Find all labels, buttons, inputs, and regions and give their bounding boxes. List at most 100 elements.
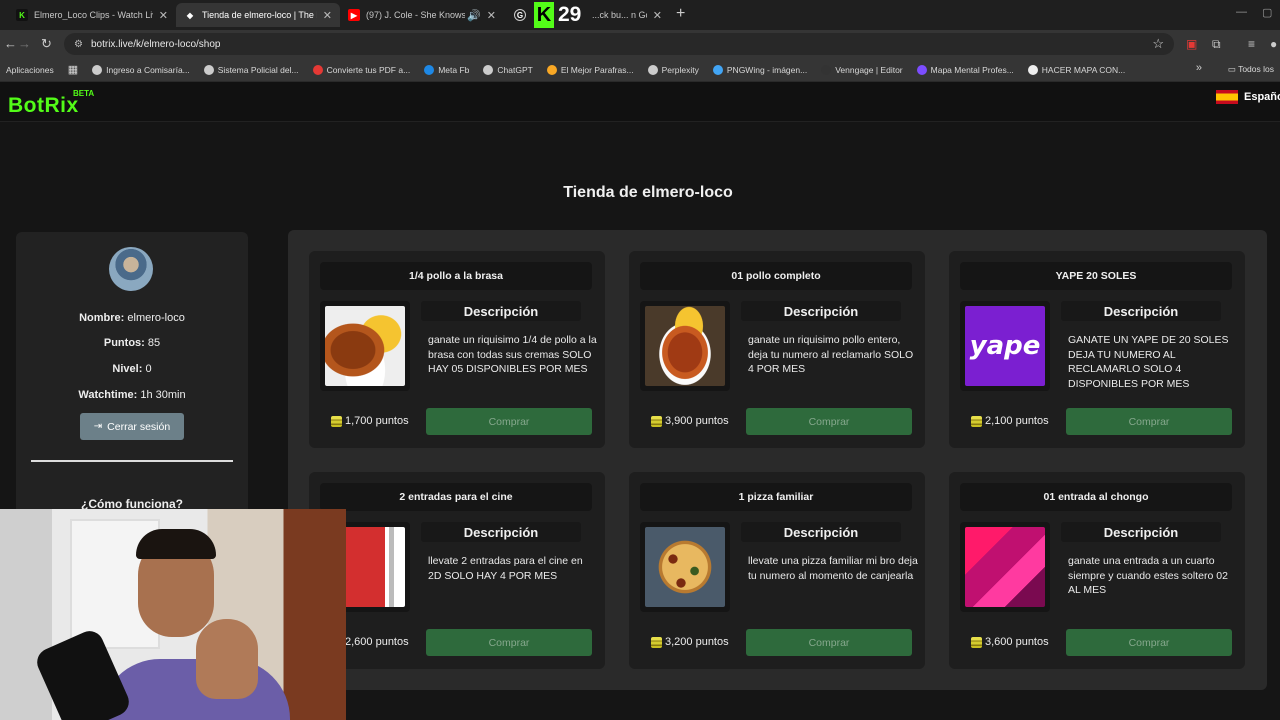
kick-stream-overlay: K 29 [534, 2, 581, 28]
webcam-overlay [0, 509, 346, 720]
tab-title: Elmero_Loco Clips - Watch Live [34, 10, 153, 20]
tab-botrix-shop[interactable]: ◆ Tienda de elmero-loco | The be ✕ [176, 3, 340, 27]
bookmark-item[interactable]: Ingreso a Comisaría... [92, 64, 190, 75]
site-info-icon[interactable]: ⚙ [74, 39, 83, 50]
url-bar[interactable]: ⚙ botrix.live/k/elmero-loco/shop ☆ [64, 33, 1174, 55]
divider [31, 460, 233, 462]
perplexity-icon [647, 64, 658, 75]
buy-button[interactable]: Comprar [426, 629, 592, 656]
coins-icon [971, 636, 982, 648]
item-title: YAPE 20 SOLES [960, 262, 1232, 290]
item-image [320, 301, 410, 391]
folder-icon: ▭ [1227, 64, 1239, 74]
shop-item-card: 1 pizza familiar Descripción llevate una… [629, 472, 925, 669]
bookmark-item[interactable]: Mapa Mental Profes... [916, 64, 1014, 75]
bookmark-star-icon[interactable]: ☆ [1152, 36, 1164, 52]
bookmark-item[interactable]: El Mejor Parafras... [546, 64, 634, 75]
extension-icon[interactable]: ▣ [1186, 37, 1197, 51]
neon-room-image [965, 527, 1045, 607]
globe-icon [92, 64, 103, 75]
coins-icon [971, 415, 982, 427]
apps-grid-icon[interactable]: ▦ [68, 63, 78, 76]
webcam-person-shirt [100, 659, 290, 720]
close-tab-icon[interactable]: ✕ [653, 9, 662, 22]
shop-item-card: 1/4 pollo a la brasa Descripción ganate … [309, 251, 605, 448]
quill-icon [546, 64, 557, 75]
bookmark-item[interactable]: Convierte tus PDF a... [312, 64, 410, 75]
bookmark-item[interactable]: HACER MAPA CON... [1027, 64, 1125, 75]
spain-flag-icon [1216, 90, 1238, 104]
close-tab-icon[interactable]: ✕ [487, 9, 496, 22]
bookmark-item[interactable]: Venngage | Editor [821, 64, 903, 75]
profile-name: Nombre: elmero-loco [79, 312, 185, 324]
tab-google[interactable]: G ...ck bu... n Google ✕ [506, 3, 670, 27]
bookmark-item[interactable]: PNGWing - imágen... [712, 64, 807, 75]
avatar [109, 247, 153, 291]
item-description: llevate 2 entradas para el cine en 2D SO… [428, 555, 583, 582]
back-arrow-icon[interactable]: ← [4, 36, 17, 51]
new-tab-button[interactable]: + [676, 5, 685, 23]
tab-elmero-clips[interactable]: K Elmero_Loco Clips - Watch Live ✕ [8, 3, 176, 27]
buy-button[interactable]: Comprar [1066, 408, 1232, 435]
maximize-icon[interactable]: ▢ [1262, 6, 1272, 19]
webcam-person-hair [136, 529, 216, 559]
forward-arrow-icon[interactable]: → [18, 36, 31, 51]
bookmark-apps[interactable]: Aplicaciones [6, 65, 54, 75]
pdf-icon [312, 64, 323, 75]
bookmark-item[interactable]: Perplexity [647, 64, 699, 75]
kick-favicon-icon: K [16, 9, 28, 21]
reading-list-icon[interactable]: ≡ [1248, 37, 1255, 51]
meta-icon [424, 64, 435, 75]
browser-tab-bar: K Elmero_Loco Clips - Watch Live ✕ ◆ Tie… [0, 0, 1280, 30]
tab-title: Tienda de elmero-loco | The be [202, 10, 317, 20]
bookmark-item[interactable]: Meta Fb [424, 64, 469, 75]
item-title: 2 entradas para el cine [320, 483, 592, 511]
shop-grid: 1/4 pollo a la brasa Descripción ganate … [288, 230, 1267, 690]
buy-button[interactable]: Comprar [1066, 629, 1232, 656]
close-tab-icon[interactable]: ✕ [323, 9, 332, 22]
page-title: Tienda de elmero-loco [563, 184, 733, 201]
item-image: yape [960, 301, 1050, 391]
item-image [960, 522, 1050, 612]
description-header: Descripción [1061, 522, 1221, 542]
more-bookmarks-icon[interactable]: » [1196, 62, 1202, 74]
botrix-logo[interactable]: BotRix [8, 94, 79, 118]
botrix-favicon-icon: ◆ [186, 10, 194, 20]
buy-button[interactable]: Comprar [426, 408, 592, 435]
item-price: 2,100 puntos [971, 415, 1049, 427]
bookmark-item[interactable]: ChatGPT [483, 64, 533, 75]
buy-button[interactable]: Comprar [746, 408, 912, 435]
description-header: Descripción [741, 301, 901, 321]
extensions-puzzle-icon[interactable]: ⧉ [1212, 37, 1221, 52]
webcam-person-hand [196, 619, 258, 699]
item-image [640, 522, 730, 612]
buy-button[interactable]: Comprar [746, 629, 912, 656]
pngwing-icon [712, 64, 723, 75]
pizza-image [645, 527, 725, 607]
chatgpt-icon [483, 64, 494, 75]
language-selector[interactable]: Españo [1216, 90, 1280, 104]
close-tab-icon[interactable]: ✕ [159, 9, 168, 22]
tab-youtube[interactable]: ▶ (97) J. Cole - She Knows (Ex 🔊 ✕ [340, 3, 504, 27]
profile-points: Puntos: 85 [103, 337, 161, 349]
item-description: GANATE UN YAPE DE 20 SOLES DEJA TU NUMER… [1068, 334, 1229, 391]
whole-chicken-image [645, 306, 725, 386]
all-bookmarks-folder[interactable]: ▭ Todos los [1228, 64, 1274, 75]
item-description: ganate un riquisimo 1/4 de pollo a la br… [428, 334, 597, 376]
reload-icon[interactable]: ↻ [41, 36, 52, 52]
url-text: botrix.live/k/elmero-loco/shop [90, 38, 221, 50]
shop-item-card: 2 entradas para el cine Descripción llev… [309, 472, 605, 669]
mindmap-icon [916, 64, 927, 75]
description-header: Descripción [1061, 301, 1221, 321]
item-price: 3,900 puntos [651, 415, 729, 427]
yape-logo-image: yape [965, 306, 1045, 386]
bookmark-item[interactable]: Sistema Policial del... [203, 64, 299, 75]
item-title: 1/4 pollo a la brasa [320, 262, 592, 290]
item-title: 01 entrada al chongo [960, 483, 1232, 511]
description-header: Descripción [421, 301, 581, 321]
profile-icon[interactable]: ● [1270, 37, 1277, 51]
globe-icon [203, 64, 214, 75]
logout-button[interactable]: ⇥ Cerrar sesión [80, 413, 184, 440]
minimize-icon[interactable]: — [1236, 6, 1247, 18]
yape-logo-icon: yape [969, 331, 1041, 361]
